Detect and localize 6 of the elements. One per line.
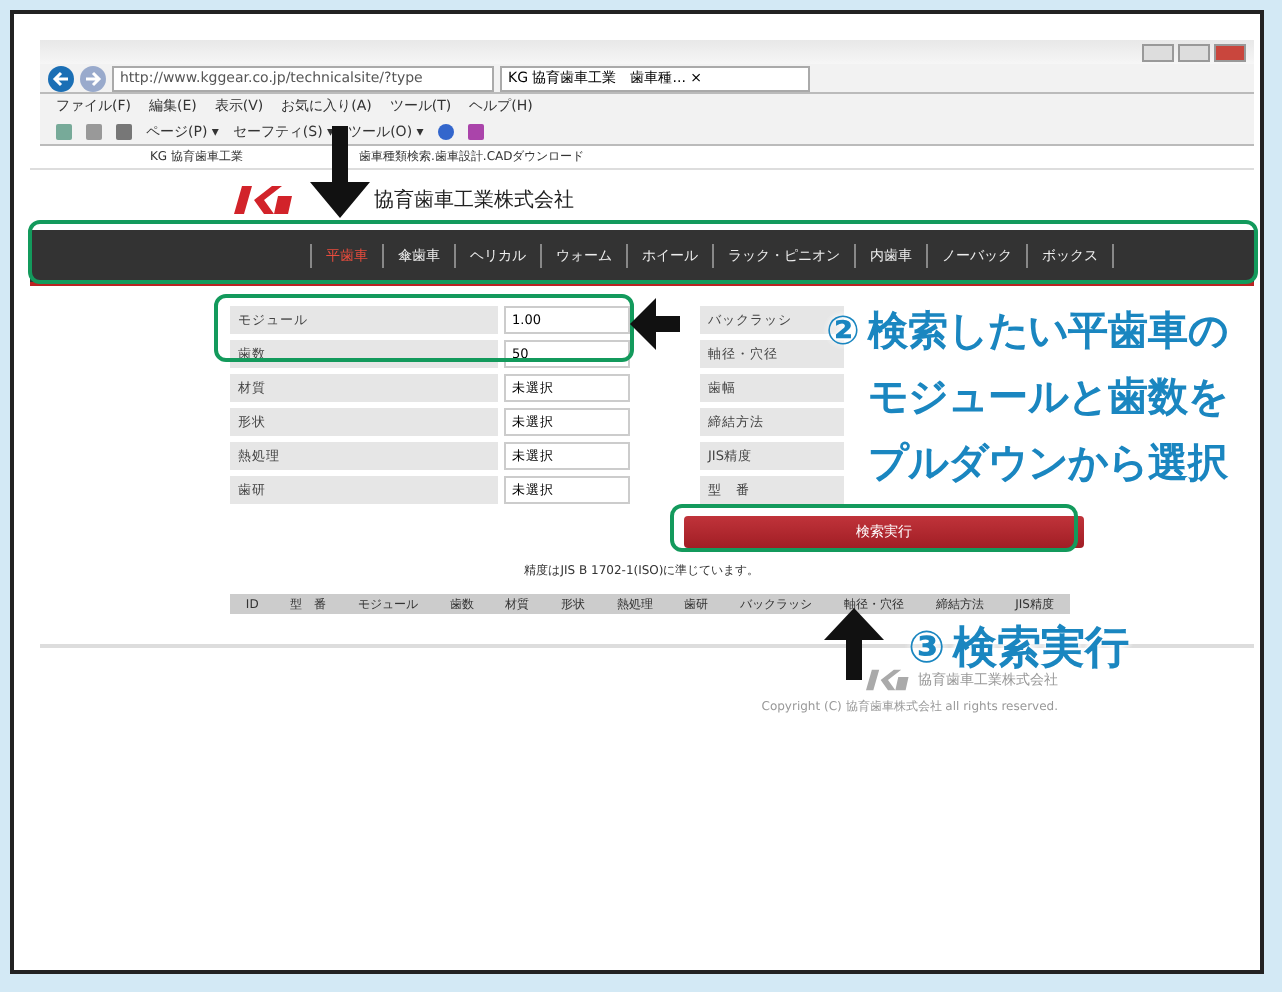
annotation-text: 検索実行: [953, 622, 1130, 674]
annotation-text: プルダウンから選択: [867, 436, 1228, 490]
annotation-text: モジュールと歯数を: [867, 370, 1228, 424]
company-name: 協育歯車工業株式会社: [374, 187, 574, 214]
annotation-text: 検索したい平歯車の: [867, 304, 1228, 358]
step-number: ③: [908, 622, 946, 674]
